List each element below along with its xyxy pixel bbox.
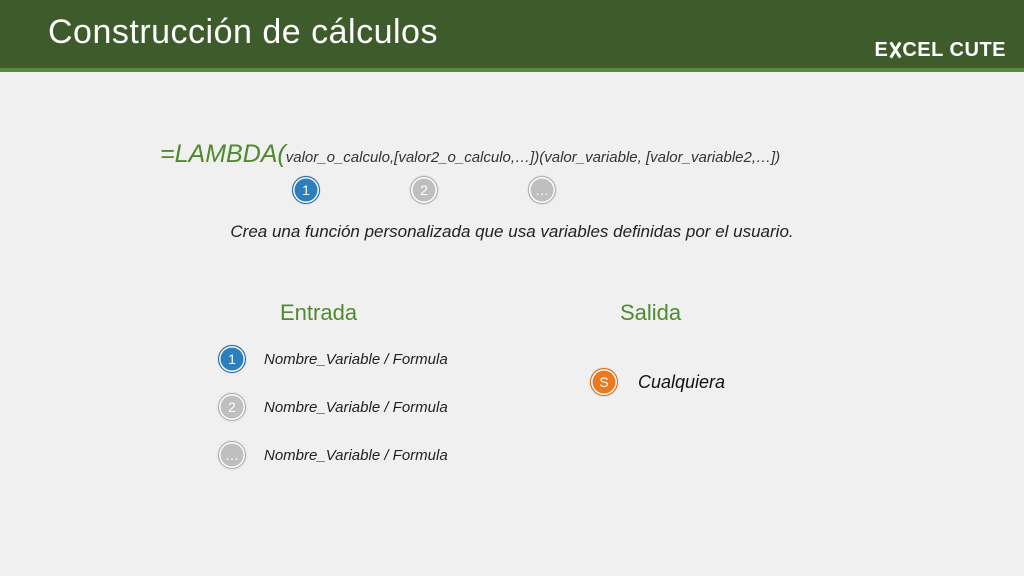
formula-equals: = <box>160 140 175 168</box>
formula-open-paren: ( <box>277 140 285 168</box>
formula-text: =LAMBDA(valor_o_calculo,[valor2_o_calcul… <box>160 140 780 169</box>
badge-1: 1 <box>292 176 320 204</box>
slide-title: Construcción de cálculos <box>48 13 438 52</box>
input-list: 1 Nombre_Variable / Formula 2 Nombre_Var… <box>218 345 448 489</box>
formula-args: valor_o_calculo,[valor2_o_calculo,…]) <box>286 149 539 166</box>
brand-prefix: E <box>875 39 889 61</box>
input-label: Nombre_Variable / Formula <box>264 351 448 368</box>
input-label: Nombre_Variable / Formula <box>264 399 448 416</box>
output-block: S Cualquiera <box>590 368 725 396</box>
badge-2: 2 <box>410 176 438 204</box>
output-section-title: Salida <box>620 300 681 326</box>
output-badge: S <box>590 368 618 396</box>
input-badge-1: 1 <box>218 345 246 373</box>
slide-header: Construcción de cálculos E CEL CUTE <box>0 0 1024 72</box>
formula-description: Crea una función personalizada que usa v… <box>0 222 1024 242</box>
input-row: 2 Nombre_Variable / Formula <box>218 393 448 421</box>
x-icon <box>888 42 902 58</box>
input-row: … Nombre_Variable / Formula <box>218 441 448 469</box>
input-label: Nombre_Variable / Formula <box>264 447 448 464</box>
input-row: 1 Nombre_Variable / Formula <box>218 345 448 373</box>
output-label: Cualquiera <box>638 372 725 393</box>
formula-badges: 1 2 … <box>292 176 556 204</box>
badge-more: … <box>528 176 556 204</box>
input-badge-2: 2 <box>218 393 246 421</box>
input-badge-more: … <box>218 441 246 469</box>
formula-function: LAMBDA <box>175 140 278 168</box>
brand-logo: E CEL CUTE <box>875 39 1006 62</box>
brand-suffix: CEL CUTE <box>902 39 1006 61</box>
slide: Construcción de cálculos E CEL CUTE =LAMB… <box>0 0 1024 576</box>
input-section-title: Entrada <box>280 300 357 326</box>
formula-call: (valor_variable, [valor_variable2,…]) <box>539 149 780 166</box>
